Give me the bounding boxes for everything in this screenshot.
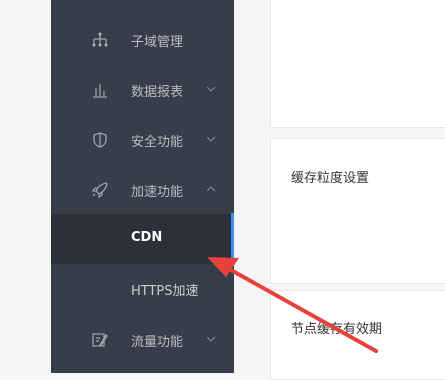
sidebar-subitem-https[interactable]: HTTPS加速 — [51, 264, 234, 314]
sidebar-item-label: 数据报表 — [131, 85, 184, 100]
cache-granularity-card: 缓存粒度设置 — [270, 138, 445, 284]
sidebar-item-security[interactable]: 安全功能 — [51, 115, 234, 165]
chevron-up-icon — [206, 186, 216, 192]
sidebar-item-acceleration[interactable]: 加速功能 — [51, 165, 234, 215]
bar-chart-icon — [93, 84, 107, 98]
left-background-strip — [0, 0, 51, 373]
shield-icon — [93, 132, 107, 148]
sidebar-subitem-cdn[interactable]: CDN — [51, 214, 234, 264]
sidebar-item-label: 子域管理 — [131, 35, 184, 50]
card-title: 节点缓存有效期 — [291, 322, 383, 337]
sidebar-item-subdomain[interactable]: 子域管理 — [51, 15, 234, 65]
card-title: 缓存粒度设置 — [291, 171, 370, 186]
chevron-down-icon — [206, 136, 216, 142]
hierarchy-icon — [92, 32, 108, 47]
chevron-down-icon — [206, 86, 216, 92]
sidebar-item-label: 流量功能 — [131, 335, 184, 350]
rocket-icon — [91, 182, 108, 198]
settings-card — [270, 0, 445, 128]
node-cache-ttl-card: 节点缓存有效期 — [270, 290, 445, 380]
sidebar-nav: 子域管理 数据报表 安全功能 加速功能 CDN HTTPS加速 流量功能 — [51, 0, 234, 373]
sidebar-subitem-label: CDN — [131, 230, 163, 245]
chevron-down-icon — [206, 336, 216, 342]
sidebar-item-reports[interactable]: 数据报表 — [51, 65, 234, 115]
sidebar-item-label: 加速功能 — [131, 185, 184, 200]
sidebar-subitem-label: HTTPS加速 — [131, 284, 199, 299]
main-content: 缓存粒度设置 节点缓存有效期 — [234, 0, 445, 380]
edit-icon — [92, 333, 108, 347]
sidebar-item-label: 安全功能 — [131, 135, 184, 150]
sidebar-item-traffic[interactable]: 流量功能 — [51, 315, 234, 365]
